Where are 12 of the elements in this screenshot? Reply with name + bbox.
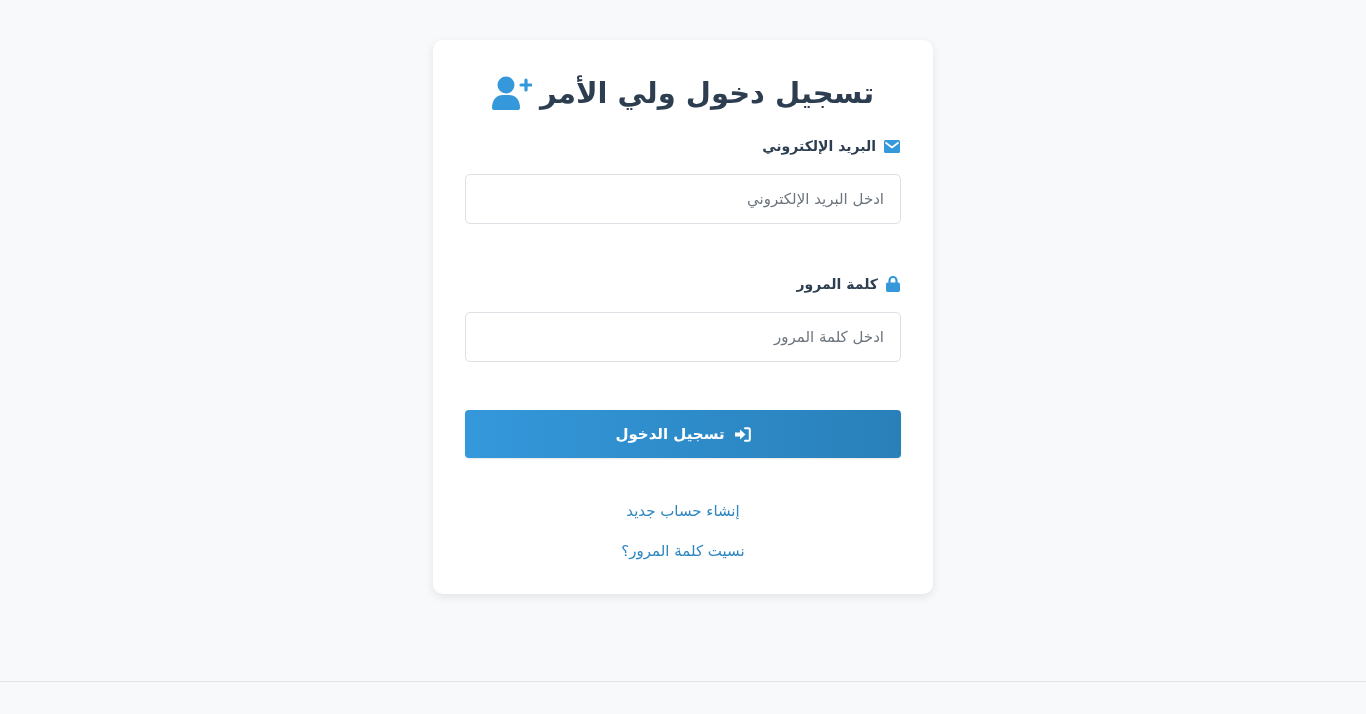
lock-icon bbox=[886, 276, 900, 292]
sign-in-icon bbox=[733, 426, 751, 442]
login-button[interactable]: تسجيل الدخول bbox=[465, 410, 901, 458]
page-title: تسجيل دخول ولي الأمر bbox=[539, 74, 875, 112]
input-field[interactable]: ادخل كلمة المرور bbox=[465, 312, 901, 362]
envelope-icon bbox=[884, 139, 900, 153]
field-label: كلمة المرور bbox=[796, 275, 878, 295]
field-label: البريد الإلكتروني bbox=[762, 137, 876, 157]
text-link[interactable]: إنشاء حساب جديد bbox=[626, 500, 740, 522]
user-plus-icon bbox=[491, 76, 532, 110]
text-link[interactable]: نسيت كلمة المرور؟ bbox=[621, 540, 745, 562]
input-field[interactable]: ادخل البريد الإلكتروني bbox=[465, 174, 901, 224]
